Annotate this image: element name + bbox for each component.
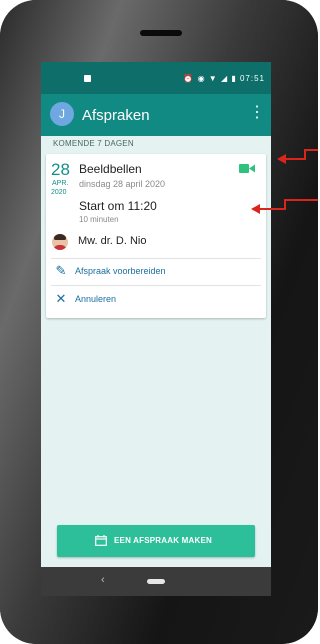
wifi-icon: ▼ (208, 74, 218, 83)
user-avatar[interactable]: J (50, 102, 74, 126)
app-bar: J Afspraken ⋮ (41, 94, 271, 136)
section-header: KOMENDE 7 DAGEN (53, 139, 134, 148)
appointment-duration: 10 minuten (79, 215, 119, 224)
calendar-icon (95, 535, 107, 546)
battery-icon: ▮ (231, 74, 237, 83)
doctor-avatar-hair (54, 234, 66, 240)
appointment-year: 2020 (51, 189, 67, 196)
appointment-title: Beeldbellen (79, 162, 142, 176)
eye-icon: ◉ (197, 74, 206, 83)
appointment-date: dinsdag 28 april 2020 (79, 179, 166, 189)
divider (51, 285, 261, 286)
phone-screen: ⏰ ◉ ▼ ◢ ▮ 07:51 J Afspraken ⋮ KOMENDE 7 … (41, 62, 271, 596)
alarm-icon: ⏰ (183, 74, 195, 83)
appointment-card[interactable]: 28 APR. 2020 Beeldbellen dinsdag 28 apri… (46, 154, 266, 318)
more-vert-icon[interactable]: ⋮ (249, 105, 265, 121)
signal-icon: ◢ (220, 74, 229, 83)
cancel-label: Annuleren (75, 294, 117, 304)
status-bar: ⏰ ◉ ▼ ◢ ▮ 07:51 (41, 62, 271, 94)
appointment-month: APR. (52, 180, 69, 187)
phone-frame: ⏰ ◉ ▼ ◢ ▮ 07:51 J Afspraken ⋮ KOMENDE 7 … (0, 0, 318, 644)
prepare-appointment-label: Afspraak voorbereiden (75, 266, 166, 276)
video-call-icon (239, 164, 255, 173)
annotation-arrow-tail (284, 199, 318, 201)
home-pill-icon[interactable] (147, 579, 165, 584)
doctor-name: Mw. dr. D. Nio (78, 235, 147, 247)
make-appointment-label: EEN AFSPRAAK MAKEN (114, 536, 212, 545)
annotation-arrow-shaft (285, 158, 305, 160)
doctor-avatar (52, 234, 68, 250)
edit-icon: ✎ (55, 263, 67, 278)
appointment-day: 28 (51, 160, 70, 179)
appointment-start: Start om 11:20 (79, 199, 157, 213)
image-icon (84, 75, 91, 82)
phone-speaker (140, 30, 182, 36)
android-nav-bar: ‹ (41, 567, 271, 596)
make-appointment-button[interactable]: EEN AFSPRAAK MAKEN (57, 525, 255, 557)
cancel-button[interactable]: ✕ Annuleren (54, 290, 254, 310)
doctor-avatar-shirt (53, 245, 67, 250)
status-time: 07:51 (239, 74, 265, 83)
annotation-arrow-shaft (259, 208, 285, 210)
status-icons: ⏰ ◉ ▼ ◢ ▮ 07:51 (183, 74, 265, 83)
close-icon: ✕ (55, 291, 67, 306)
prepare-appointment-button[interactable]: ✎ Afspraak voorbereiden (54, 262, 254, 282)
page-title: Afspraken (82, 107, 150, 124)
annotation-arrow-tail (304, 149, 318, 151)
back-icon[interactable]: ‹ (101, 574, 105, 586)
divider (51, 258, 261, 259)
